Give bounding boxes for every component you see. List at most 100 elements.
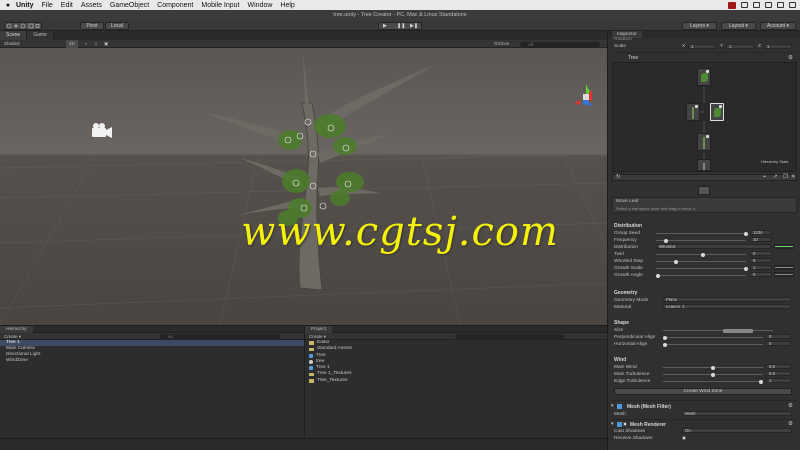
scale-y-field[interactable]: 1 — [726, 44, 754, 49]
search-icon[interactable] — [777, 2, 784, 8]
project-create-button[interactable]: Create — [309, 334, 323, 339]
growth-scale-field[interactable]: 1 — [750, 265, 772, 270]
menu-gameobject[interactable]: GameObject — [110, 2, 149, 9]
project-item-tree-textures[interactable]: Tree_Textures — [305, 378, 607, 384]
menu-edit[interactable]: Edit — [61, 2, 73, 9]
audio-icon[interactable]: ♫ — [94, 40, 97, 48]
move-leaf-tool-icon[interactable] — [698, 186, 710, 195]
menu-component[interactable]: Component — [157, 2, 193, 9]
menu-file[interactable]: File — [42, 2, 53, 9]
growth-angle-slider[interactable] — [656, 273, 746, 278]
geometry-mode-dropdown[interactable]: Plane — [663, 297, 791, 302]
twirl-slider[interactable] — [656, 252, 746, 257]
hierarchy-search-input[interactable]: All — [160, 334, 280, 339]
slider-knob[interactable] — [711, 365, 715, 370]
horizontal-align-field[interactable]: 0 — [766, 341, 791, 346]
local-button[interactable]: Local — [105, 21, 129, 30]
play-icon[interactable]: ▶ — [383, 23, 387, 29]
growth-scale-curve[interactable] — [774, 265, 794, 270]
main-wind-slider[interactable] — [663, 365, 763, 370]
slider-range[interactable] — [723, 328, 753, 333]
frequency-slider[interactable] — [656, 238, 746, 243]
slider-knob[interactable] — [744, 231, 748, 236]
slider-knob[interactable] — [711, 372, 715, 377]
gizmos-dropdown[interactable]: Gizmos — [494, 40, 509, 48]
list-icon[interactable] — [789, 2, 796, 8]
layout-dropdown[interactable]: Layout ▾ — [721, 21, 756, 30]
duplicate-icon[interactable]: ❐ — [783, 174, 788, 180]
pivot-button[interactable]: Pivot — [80, 21, 104, 30]
slider-knob[interactable] — [701, 252, 705, 257]
group-seed-slider[interactable] — [656, 231, 748, 236]
growth-angle-curve[interactable] — [774, 272, 794, 277]
growth-scale-slider[interactable] — [656, 266, 748, 271]
hierarchy-tab[interactable]: Hierarchy — [0, 325, 33, 333]
slider-knob[interactable] — [744, 266, 748, 271]
slider-knob[interactable] — [759, 379, 763, 384]
scene-search-input[interactable]: All — [520, 41, 600, 47]
cast-shadows-dropdown[interactable]: On — [682, 428, 792, 433]
toggle-2d-button[interactable]: 2D — [66, 40, 78, 48]
hierarchy-stats-label[interactable]: Hierarchy Stats — [761, 159, 788, 164]
scene-viewport[interactable] — [0, 48, 607, 325]
edge-turbulence-slider[interactable] — [663, 379, 763, 384]
light-icon[interactable]: ☼ — [84, 40, 88, 48]
slider-knob[interactable] — [656, 273, 660, 278]
hierarchy-create-button[interactable]: Create — [4, 334, 18, 339]
distribution-curve[interactable] — [774, 244, 794, 249]
mesh-renderer-enabled-checkbox[interactable] — [623, 422, 627, 426]
leaf-node-1-toggle[interactable] — [719, 105, 722, 108]
slider-knob[interactable] — [663, 335, 667, 340]
add-leaf-icon[interactable]: + — [763, 174, 766, 180]
horizontal-align-slider[interactable] — [663, 342, 763, 347]
branch-node-1[interactable] — [686, 103, 700, 121]
project-search-input[interactable] — [455, 334, 565, 339]
main-turbulence-field[interactable]: 0.5 — [766, 371, 791, 376]
add-branch-icon[interactable]: ↗ — [773, 174, 778, 180]
growth-angle-field[interactable]: 0 — [750, 272, 772, 277]
project-tab[interactable]: Project — [305, 325, 332, 333]
tab-scene[interactable]: Scene — [0, 31, 28, 40]
layers-dropdown[interactable]: Layers ▾ — [682, 21, 717, 30]
perpendicular-align-field[interactable]: 0 — [766, 334, 791, 339]
slider-knob[interactable] — [664, 238, 668, 243]
frequency-field[interactable]: 10 — [750, 237, 772, 242]
battery-icon[interactable] — [741, 2, 748, 8]
size-minmax-slider[interactable] — [663, 328, 773, 333]
wifi-icon[interactable] — [753, 2, 760, 8]
effects-icon[interactable]: ▣ — [104, 40, 108, 48]
pause-icon[interactable]: ❚❚ — [397, 23, 405, 29]
trunk-node[interactable] — [697, 159, 711, 171]
mesh-field[interactable]: Mesh — [682, 411, 792, 416]
menu-unity[interactable]: Unity — [16, 2, 34, 9]
slider-knob[interactable] — [674, 259, 678, 264]
delete-icon[interactable]: ✕ — [791, 174, 796, 180]
menu-help[interactable]: Help — [280, 2, 294, 9]
material-field[interactable]: Leaves_1 — [663, 304, 791, 309]
menu-mobile-input[interactable]: Mobile Input — [201, 2, 239, 9]
main-wind-field[interactable]: 0.5 — [766, 364, 791, 369]
tree-component-title[interactable]: Tree — [628, 55, 638, 61]
expand-arrow-icon[interactable]: ▾ — [611, 403, 614, 409]
apple-icon[interactable]: ● — [0, 2, 16, 9]
refresh-icon[interactable]: ↻ — [616, 174, 621, 180]
mesh-filter-title[interactable]: Mesh (Mesh Filter) — [627, 404, 671, 410]
shading-dropdown[interactable]: Shaded — [4, 40, 20, 48]
scale-z-field[interactable]: 1 — [764, 44, 792, 49]
settings-gear-icon[interactable]: ⚙ — [788, 55, 793, 61]
menu-window[interactable]: Window — [248, 2, 273, 9]
tree-hierarchy-graph[interactable]: Hierarchy Stats — [612, 62, 797, 172]
record-icon[interactable] — [728, 1, 736, 9]
edge-turbulence-field[interactable]: 1 — [766, 378, 791, 383]
clock-icon[interactable] — [765, 2, 772, 8]
branch-node-2-toggle[interactable] — [706, 135, 709, 138]
slider-knob[interactable] — [663, 342, 667, 347]
perpendicular-align-slider[interactable] — [663, 335, 763, 340]
transform-tools[interactable] — [4, 21, 42, 30]
hierarchy-item-windzone[interactable]: WindZone — [0, 358, 304, 364]
whorled-step-field[interactable]: 5 — [750, 258, 772, 263]
group-seed-field[interactable]: 1234 — [750, 230, 772, 235]
branch-node-2[interactable] — [697, 133, 711, 151]
orientation-gizmo-icon[interactable] — [574, 84, 592, 106]
create-wind-zone-button[interactable]: Create Wind Zone — [614, 388, 792, 395]
